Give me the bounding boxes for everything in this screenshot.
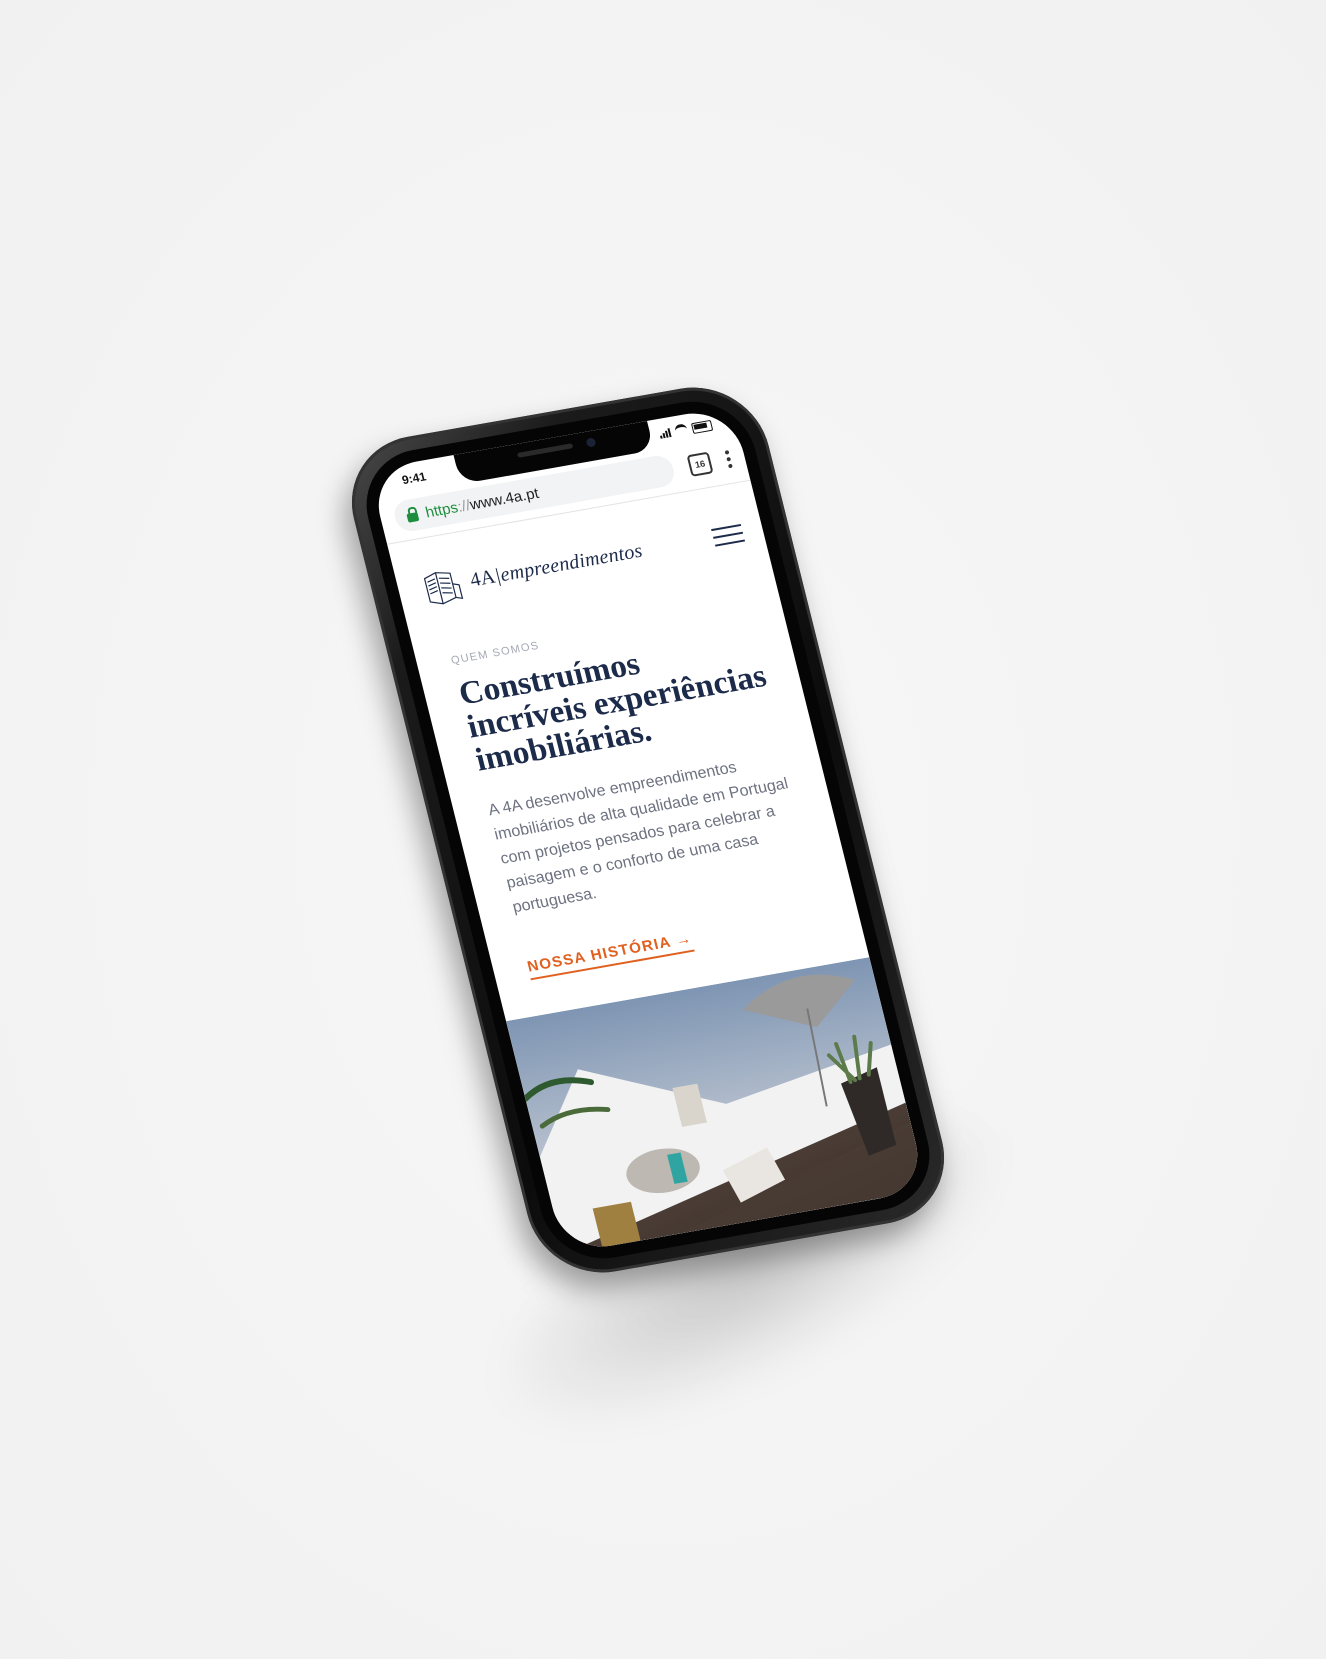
status-time: 9:41 [400,469,428,488]
speaker-grille [516,443,574,458]
status-icons [658,419,714,440]
building-logo-icon [423,572,464,605]
battery-icon [690,419,714,434]
hero-body-text: A 4A desenvolve empreendimentos imobiliá… [486,759,791,917]
mockup-stage: 9:41 https://www.4a.pt 16 4A|empreendim… [0,0,1326,1659]
wifi-icon [673,423,689,437]
front-camera [585,437,597,448]
our-story-link[interactable]: NOSSA HISTÓRIA → [525,929,696,981]
tabs-counter-icon[interactable]: 16 [686,451,714,477]
kebab-menu-icon[interactable] [724,450,733,469]
lock-icon [406,511,420,523]
url-host: www.4a.pt [468,484,541,514]
hamburger-menu-icon[interactable] [711,523,746,547]
logo-name: empreendimentos [497,539,645,586]
url-scheme: https [423,498,460,521]
phone-device: 9:41 https://www.4a.pt 16 4A|empreendim… [336,376,960,1284]
signal-icon [658,427,672,439]
